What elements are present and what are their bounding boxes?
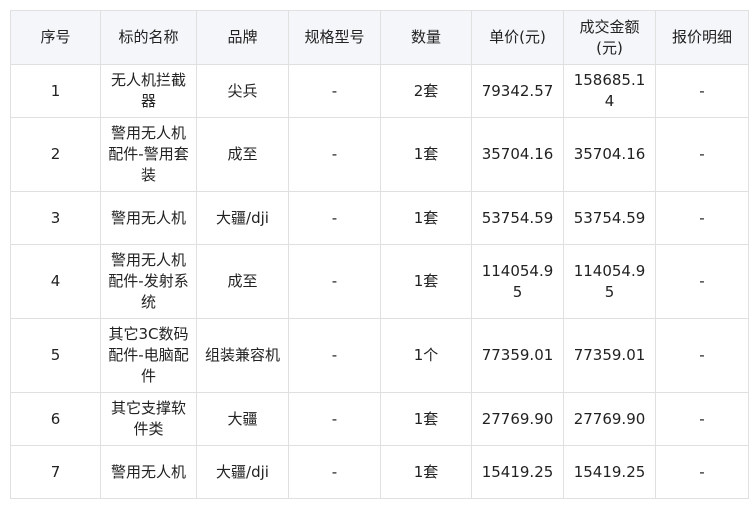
cell-index: 4	[10, 244, 101, 319]
cell-item-name: 警用无人机	[100, 445, 197, 499]
table-row: 3 警用无人机 大疆/dji - 1套 53754.59 53754.59 -	[10, 191, 749, 245]
cell-index: 3	[10, 191, 101, 245]
cell-quantity: 1套	[380, 244, 472, 319]
header-item-name: 标的名称	[100, 10, 197, 65]
cell-quote-detail: -	[655, 392, 749, 446]
cell-model: -	[288, 244, 381, 319]
cell-quote-detail: -	[655, 191, 749, 245]
cell-model: -	[288, 392, 381, 446]
cell-item-name: 警用无人机配件-警用套装	[100, 117, 197, 192]
cell-amount: 53754.59	[563, 191, 656, 245]
cell-model: -	[288, 191, 381, 245]
cell-amount: 15419.25	[563, 445, 656, 499]
header-quote-detail: 报价明细	[655, 10, 749, 65]
table-row: 1 无人机拦截器 尖兵 - 2套 79342.57 158685.14 -	[10, 64, 749, 118]
cell-amount: 158685.14	[563, 64, 656, 118]
table-row: 2 警用无人机配件-警用套装 成至 - 1套 35704.16 35704.16…	[10, 117, 749, 192]
table-row: 4 警用无人机配件-发射系统 成至 - 1套 114054.95 114054.…	[10, 244, 749, 319]
cell-model: -	[288, 64, 381, 118]
cell-quote-detail: -	[655, 64, 749, 118]
header-index: 序号	[10, 10, 101, 65]
table-row: 6 其它支撑软件类 大疆 - 1套 27769.90 27769.90 -	[10, 392, 749, 446]
cell-item-name: 其它支撑软件类	[100, 392, 197, 446]
cell-quote-detail: -	[655, 445, 749, 499]
cell-item-name: 警用无人机	[100, 191, 197, 245]
cell-quantity: 1套	[380, 445, 472, 499]
cell-unit-price: 35704.16	[471, 117, 564, 192]
cell-brand: 组装兼容机	[196, 318, 289, 393]
cell-brand: 尖兵	[196, 64, 289, 118]
award-result-table: 序号 标的名称 品牌 规格型号 数量 单价(元) 成交金额(元) 报价明细 1 …	[10, 10, 749, 499]
cell-quote-detail: -	[655, 318, 749, 393]
table-row: 7 警用无人机 大疆/dji - 1套 15419.25 15419.25 -	[10, 445, 749, 499]
cell-unit-price: 114054.95	[471, 244, 564, 319]
cell-quote-detail: -	[655, 117, 749, 192]
header-amount: 成交金额(元)	[563, 10, 656, 65]
cell-index: 1	[10, 64, 101, 118]
cell-brand: 成至	[196, 244, 289, 319]
cell-model: -	[288, 117, 381, 192]
cell-amount: 35704.16	[563, 117, 656, 192]
cell-unit-price: 27769.90	[471, 392, 564, 446]
cell-index: 7	[10, 445, 101, 499]
header-quantity: 数量	[380, 10, 472, 65]
cell-unit-price: 15419.25	[471, 445, 564, 499]
cell-index: 6	[10, 392, 101, 446]
cell-model: -	[288, 445, 381, 499]
cell-quantity: 1个	[380, 318, 472, 393]
cell-brand: 大疆/dji	[196, 191, 289, 245]
page: 序号 标的名称 品牌 规格型号 数量 单价(元) 成交金额(元) 报价明细 1 …	[0, 0, 754, 509]
cell-amount: 77359.01	[563, 318, 656, 393]
cell-unit-price: 53754.59	[471, 191, 564, 245]
cell-quantity: 1套	[380, 191, 472, 245]
cell-amount: 27769.90	[563, 392, 656, 446]
table-row: 5 其它3C数码配件-电脑配件 组装兼容机 - 1个 77359.01 7735…	[10, 318, 749, 393]
cell-item-name: 其它3C数码配件-电脑配件	[100, 318, 197, 393]
cell-model: -	[288, 318, 381, 393]
cell-quantity: 2套	[380, 64, 472, 118]
cell-item-name: 无人机拦截器	[100, 64, 197, 118]
cell-quote-detail: -	[655, 244, 749, 319]
cell-unit-price: 79342.57	[471, 64, 564, 118]
cell-index: 5	[10, 318, 101, 393]
cell-brand: 成至	[196, 117, 289, 192]
cell-brand: 大疆	[196, 392, 289, 446]
cell-item-name: 警用无人机配件-发射系统	[100, 244, 197, 319]
cell-quantity: 1套	[380, 117, 472, 192]
header-model: 规格型号	[288, 10, 381, 65]
cell-unit-price: 77359.01	[471, 318, 564, 393]
table-header-row: 序号 标的名称 品牌 规格型号 数量 单价(元) 成交金额(元) 报价明细	[10, 10, 749, 65]
cell-amount: 114054.95	[563, 244, 656, 319]
header-brand: 品牌	[196, 10, 289, 65]
cell-index: 2	[10, 117, 101, 192]
header-unit-price: 单价(元)	[471, 10, 564, 65]
cell-brand: 大疆/dji	[196, 445, 289, 499]
cell-quantity: 1套	[380, 392, 472, 446]
